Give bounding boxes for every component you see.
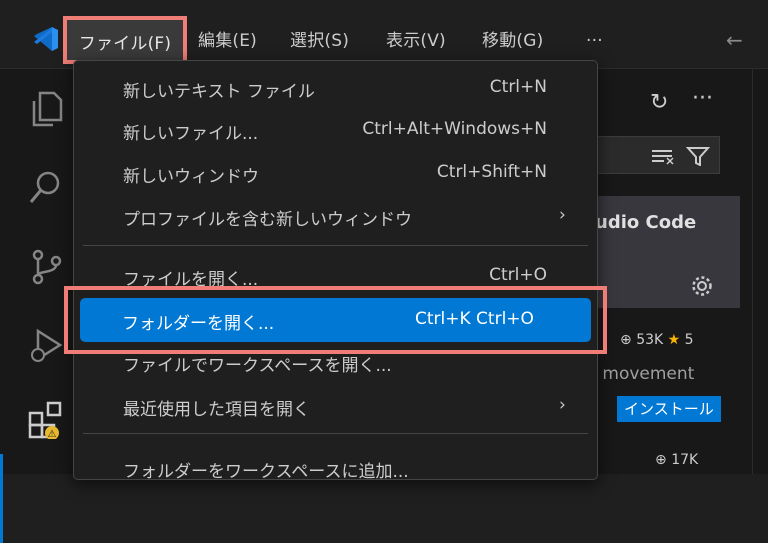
install-button[interactable]: インストール [617,396,721,422]
file-menu-dropdown: 新しいテキスト ファイル Ctrl+N 新しいファイル... Ctrl+Alt+… [73,60,598,482]
menu-item-label: 新しいウィンドウ [123,167,259,187]
chevron-right-icon: › [559,205,566,225]
refresh-icon[interactable]: ↻ [650,90,668,115]
title-bar: ファイル(F) 編集(E) 選択(S) 表示(V) 移動(G) ··· ← [0,0,768,69]
menu-selection[interactable]: 選択(S) [290,26,349,56]
menu-file[interactable]: ファイル(F) [63,16,187,64]
menu-item-label: 新しいファイル... [123,124,259,144]
menu-edit[interactable]: 編集(E) [198,26,257,56]
rating-value: 5 [684,332,694,348]
highlight-outline [64,286,607,354]
active-indicator [0,454,3,543]
back-arrow-icon[interactable]: ← [726,28,743,52]
menu-item-shortcut: Ctrl+O [489,265,547,285]
menu-item-add-folder-workspace[interactable]: フォルダーをワークスペースに追加... [74,449,597,489]
chevron-right-icon: › [559,395,566,415]
download-count: 53K [636,332,664,348]
menu-item-label: ファイルでワークスペースを開く... [123,356,392,376]
scroll-area [740,69,768,474]
search-icon[interactable] [26,167,66,207]
menu-item-shortcut: Ctrl+Shift+N [436,162,547,182]
source-control-icon[interactable] [26,247,66,287]
menu-separator [83,245,588,246]
svg-text:⚠: ⚠ [48,429,57,439]
extension-stats: ⊕ 53K ★ 5 [620,332,694,348]
menu-item-new-window-profile[interactable]: プロファイルを含む新しいウィンドウ › [74,197,597,237]
menu-item-open-recent[interactable]: 最近使用した項目を開く › [74,387,597,427]
menu-item-label: 最近使用した項目を開く [123,400,310,420]
menu-more[interactable]: ··· [586,26,603,56]
activity-bar: ⚠ [0,69,77,543]
menu-item-shortcut: Ctrl+N [489,77,547,97]
explorer-icon[interactable] [26,89,66,129]
menu-item-new-window[interactable]: 新しいウィンドウ Ctrl+Shift+N [74,154,597,194]
menu-go[interactable]: 移動(G) [482,26,543,56]
menu-item-new-text-file[interactable]: 新しいテキスト ファイル Ctrl+N [74,69,597,109]
star-icon: ★ [667,332,681,348]
menu-item-label: プロファイルを含む新しいウィンドウ [123,210,412,230]
more-actions-icon[interactable]: ··· [692,86,713,111]
gear-icon[interactable] [690,274,714,298]
extensions-icon[interactable]: ⚠ [26,399,66,439]
menu-item-shortcut: Ctrl+Alt+Windows+N [362,119,547,139]
menu-item-new-file[interactable]: 新しいファイル... Ctrl+Alt+Windows+N [74,111,597,151]
download-icon: ⊕ [620,332,632,348]
filter-icons [652,147,710,166]
funnel-filter-icon[interactable] [685,147,710,166]
menu-item-label: 新しいテキスト ファイル [123,82,315,102]
download-count: 17K [671,452,699,468]
vscode-logo-icon[interactable] [30,24,60,54]
menu-item-label: フォルダーをワークスペースに追加... [123,462,409,482]
run-debug-icon[interactable] [26,325,66,365]
clear-filter-icon[interactable] [652,150,674,165]
extension-description: r movement [590,364,695,384]
download-icon: ⊕ [655,452,667,468]
extension-title: udio Code [595,212,697,233]
panel-divider [752,69,753,474]
menu-separator [83,433,588,434]
menu-view[interactable]: 表示(V) [386,26,446,56]
extension-stats-2: ⊕ 17K [655,452,698,468]
